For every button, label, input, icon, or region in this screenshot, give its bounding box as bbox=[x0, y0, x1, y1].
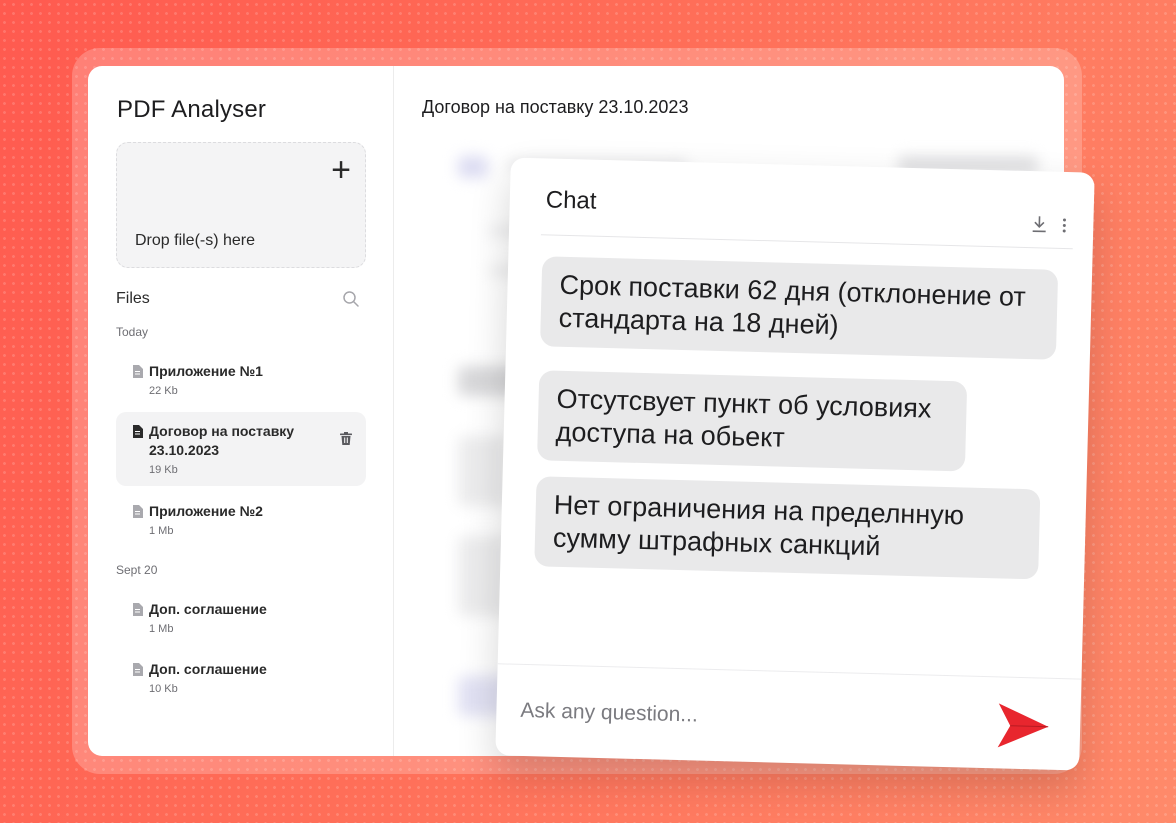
file-item[interactable]: Приложение №1 22 Kb bbox=[116, 352, 366, 407]
group-label-sept: Sept 20 bbox=[116, 563, 158, 577]
chat-panel: Chat Срок поставки 62 дня (отклонение от… bbox=[495, 157, 1095, 771]
download-icon[interactable] bbox=[1031, 215, 1047, 233]
file-dropzone[interactable]: + Drop file(-s) here bbox=[116, 142, 366, 268]
file-size: 22 Kb bbox=[149, 385, 178, 397]
chat-message: Срок поставки 62 дня (отклонение от стан… bbox=[539, 256, 1059, 360]
file-name: Доп. соглашение bbox=[149, 601, 267, 617]
files-label: Files bbox=[116, 290, 150, 307]
file-name: Приложение №1 bbox=[149, 363, 263, 379]
file-item[interactable]: Доп. соглашение 10 Kb bbox=[116, 650, 366, 705]
file-size: 19 Kb bbox=[149, 464, 178, 476]
document-icon bbox=[132, 365, 143, 378]
chat-footer bbox=[495, 663, 1082, 771]
document-icon bbox=[132, 505, 143, 518]
trash-icon[interactable] bbox=[340, 432, 352, 445]
chat-input[interactable] bbox=[520, 694, 961, 739]
file-name: Договор на поставку 23.10.2023 bbox=[149, 423, 295, 458]
sidebar: PDF Analyser + Drop file(-s) here Files … bbox=[88, 66, 394, 756]
chat-divider bbox=[540, 234, 1073, 250]
chat-message: Нет ограничения на пределнную сумму штра… bbox=[534, 476, 1041, 580]
send-icon[interactable] bbox=[994, 699, 1053, 753]
file-name: Доп. соглашение bbox=[149, 661, 267, 677]
search-icon[interactable] bbox=[342, 290, 360, 308]
file-size: 10 Kb bbox=[149, 683, 178, 695]
document-icon bbox=[132, 603, 143, 616]
app-title: PDF Analyser bbox=[117, 96, 267, 123]
file-item-active[interactable]: Договор на поставку 23.10.2023 19 Kb bbox=[116, 412, 366, 486]
more-vertical-icon[interactable] bbox=[1061, 216, 1067, 234]
chat-actions bbox=[1021, 215, 1068, 236]
dropzone-label: Drop file(-s) here bbox=[135, 232, 256, 249]
chat-message: Отсутсвует пункт об условиях доступа на … bbox=[537, 370, 968, 472]
files-header: Files bbox=[116, 290, 366, 310]
document-icon bbox=[132, 425, 143, 438]
document-icon bbox=[132, 663, 143, 676]
chat-title: Chat bbox=[545, 186, 597, 215]
group-label-today: Today bbox=[116, 325, 149, 339]
plus-icon[interactable]: + bbox=[331, 153, 351, 187]
file-name: Приложение №2 bbox=[149, 503, 263, 519]
file-size: 1 Mb bbox=[149, 623, 174, 635]
file-item[interactable]: Приложение №2 1 Mb bbox=[116, 492, 366, 547]
document-title: Договор на поставку 23.10.2023 bbox=[422, 97, 689, 117]
file-size: 1 Mb bbox=[149, 525, 174, 537]
file-item[interactable]: Доп. соглашение 1 Mb bbox=[116, 590, 366, 645]
